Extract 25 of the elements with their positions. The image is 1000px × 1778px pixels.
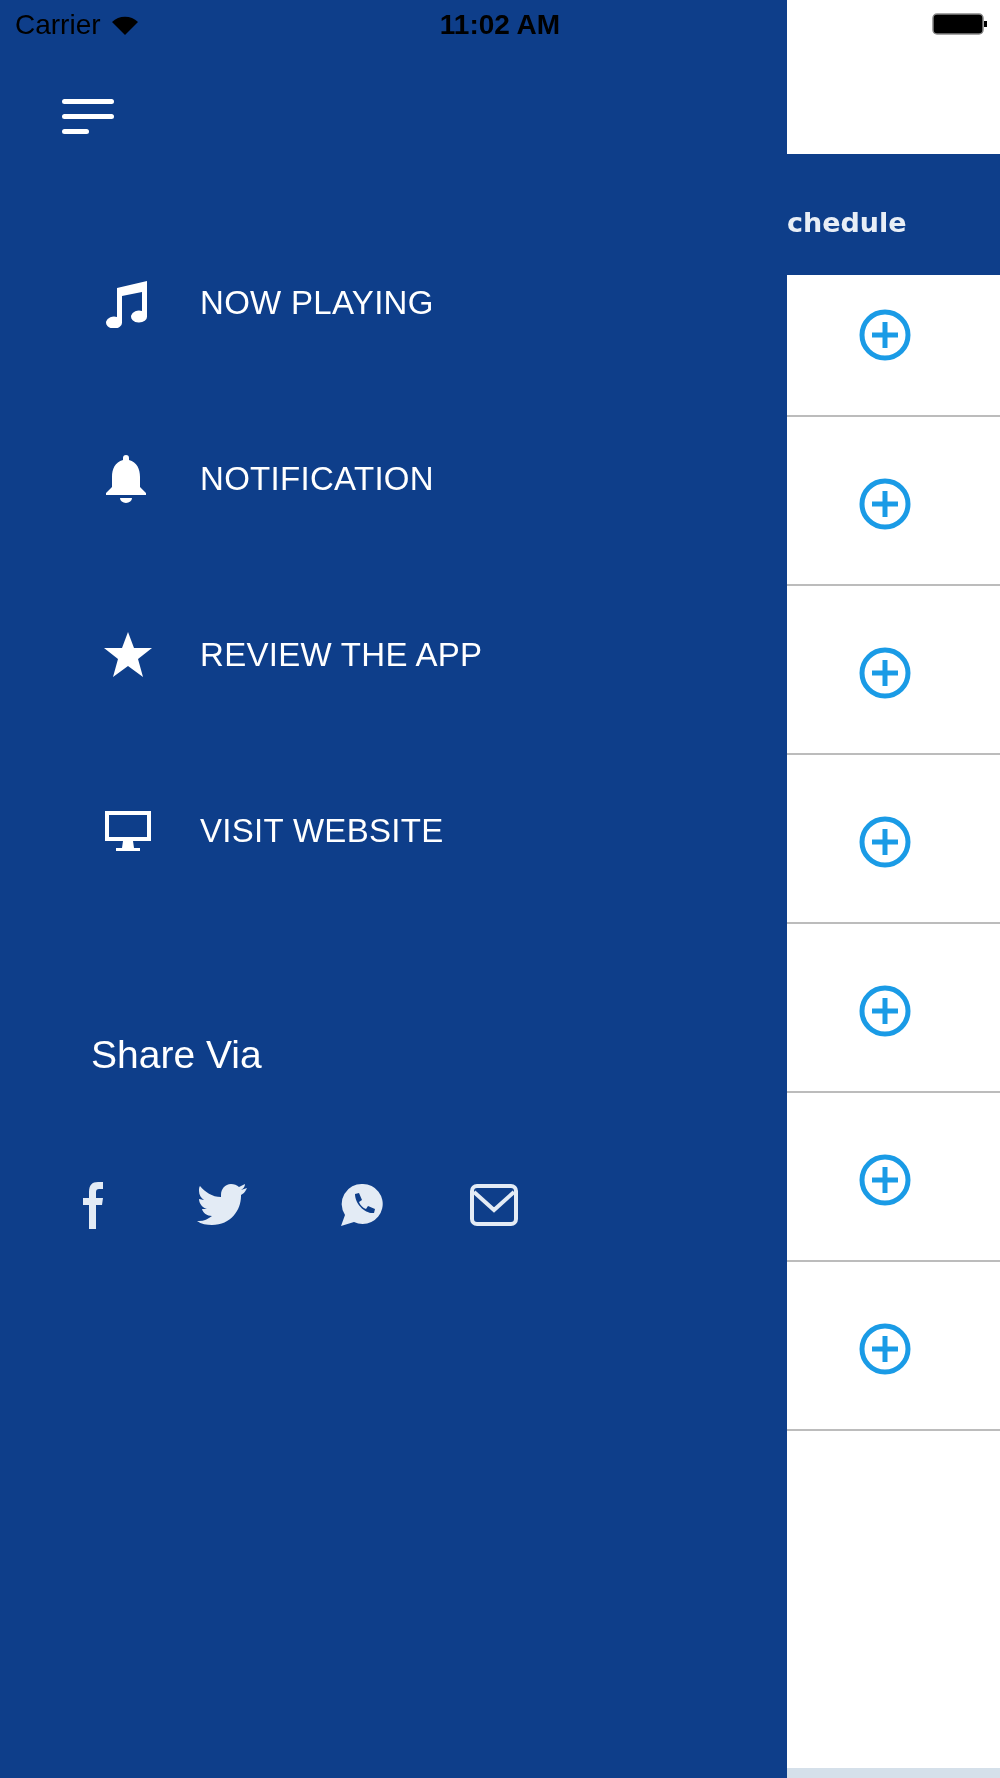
add-icon[interactable] [859, 985, 911, 1037]
twitter-icon[interactable] [196, 1183, 248, 1227]
add-icon[interactable] [859, 478, 911, 530]
add-icon[interactable] [859, 647, 911, 699]
add-icon[interactable] [859, 309, 911, 361]
mail-icon[interactable] [470, 1184, 518, 1226]
add-icon[interactable] [859, 1154, 911, 1206]
menu-item[interactable]: REVIEW THE APP [200, 636, 483, 674]
share-heading: Share Via [91, 1033, 263, 1077]
battery-icon [932, 12, 988, 36]
tab[interactable]: chedule [787, 207, 907, 238]
wifi-icon [110, 14, 139, 36]
add-icon[interactable] [859, 1323, 911, 1375]
menu-item[interactable]: VISIT WEBSITE [200, 812, 444, 850]
status-time: 11:02 AM [439, 9, 561, 41]
add-icon[interactable] [859, 816, 911, 868]
menu-item[interactable]: NOTIFICATION [200, 460, 434, 498]
star-icon [103, 631, 153, 679]
whatsapp-icon[interactable] [340, 1183, 384, 1227]
bell-icon [103, 453, 149, 505]
monitor-icon [103, 809, 153, 853]
facebook-icon[interactable] [82, 1181, 104, 1229]
carrier-label: Carrier [15, 9, 101, 41]
menu-icon[interactable] [62, 97, 114, 137]
menu-item[interactable]: NOW PLAYING [200, 284, 434, 322]
